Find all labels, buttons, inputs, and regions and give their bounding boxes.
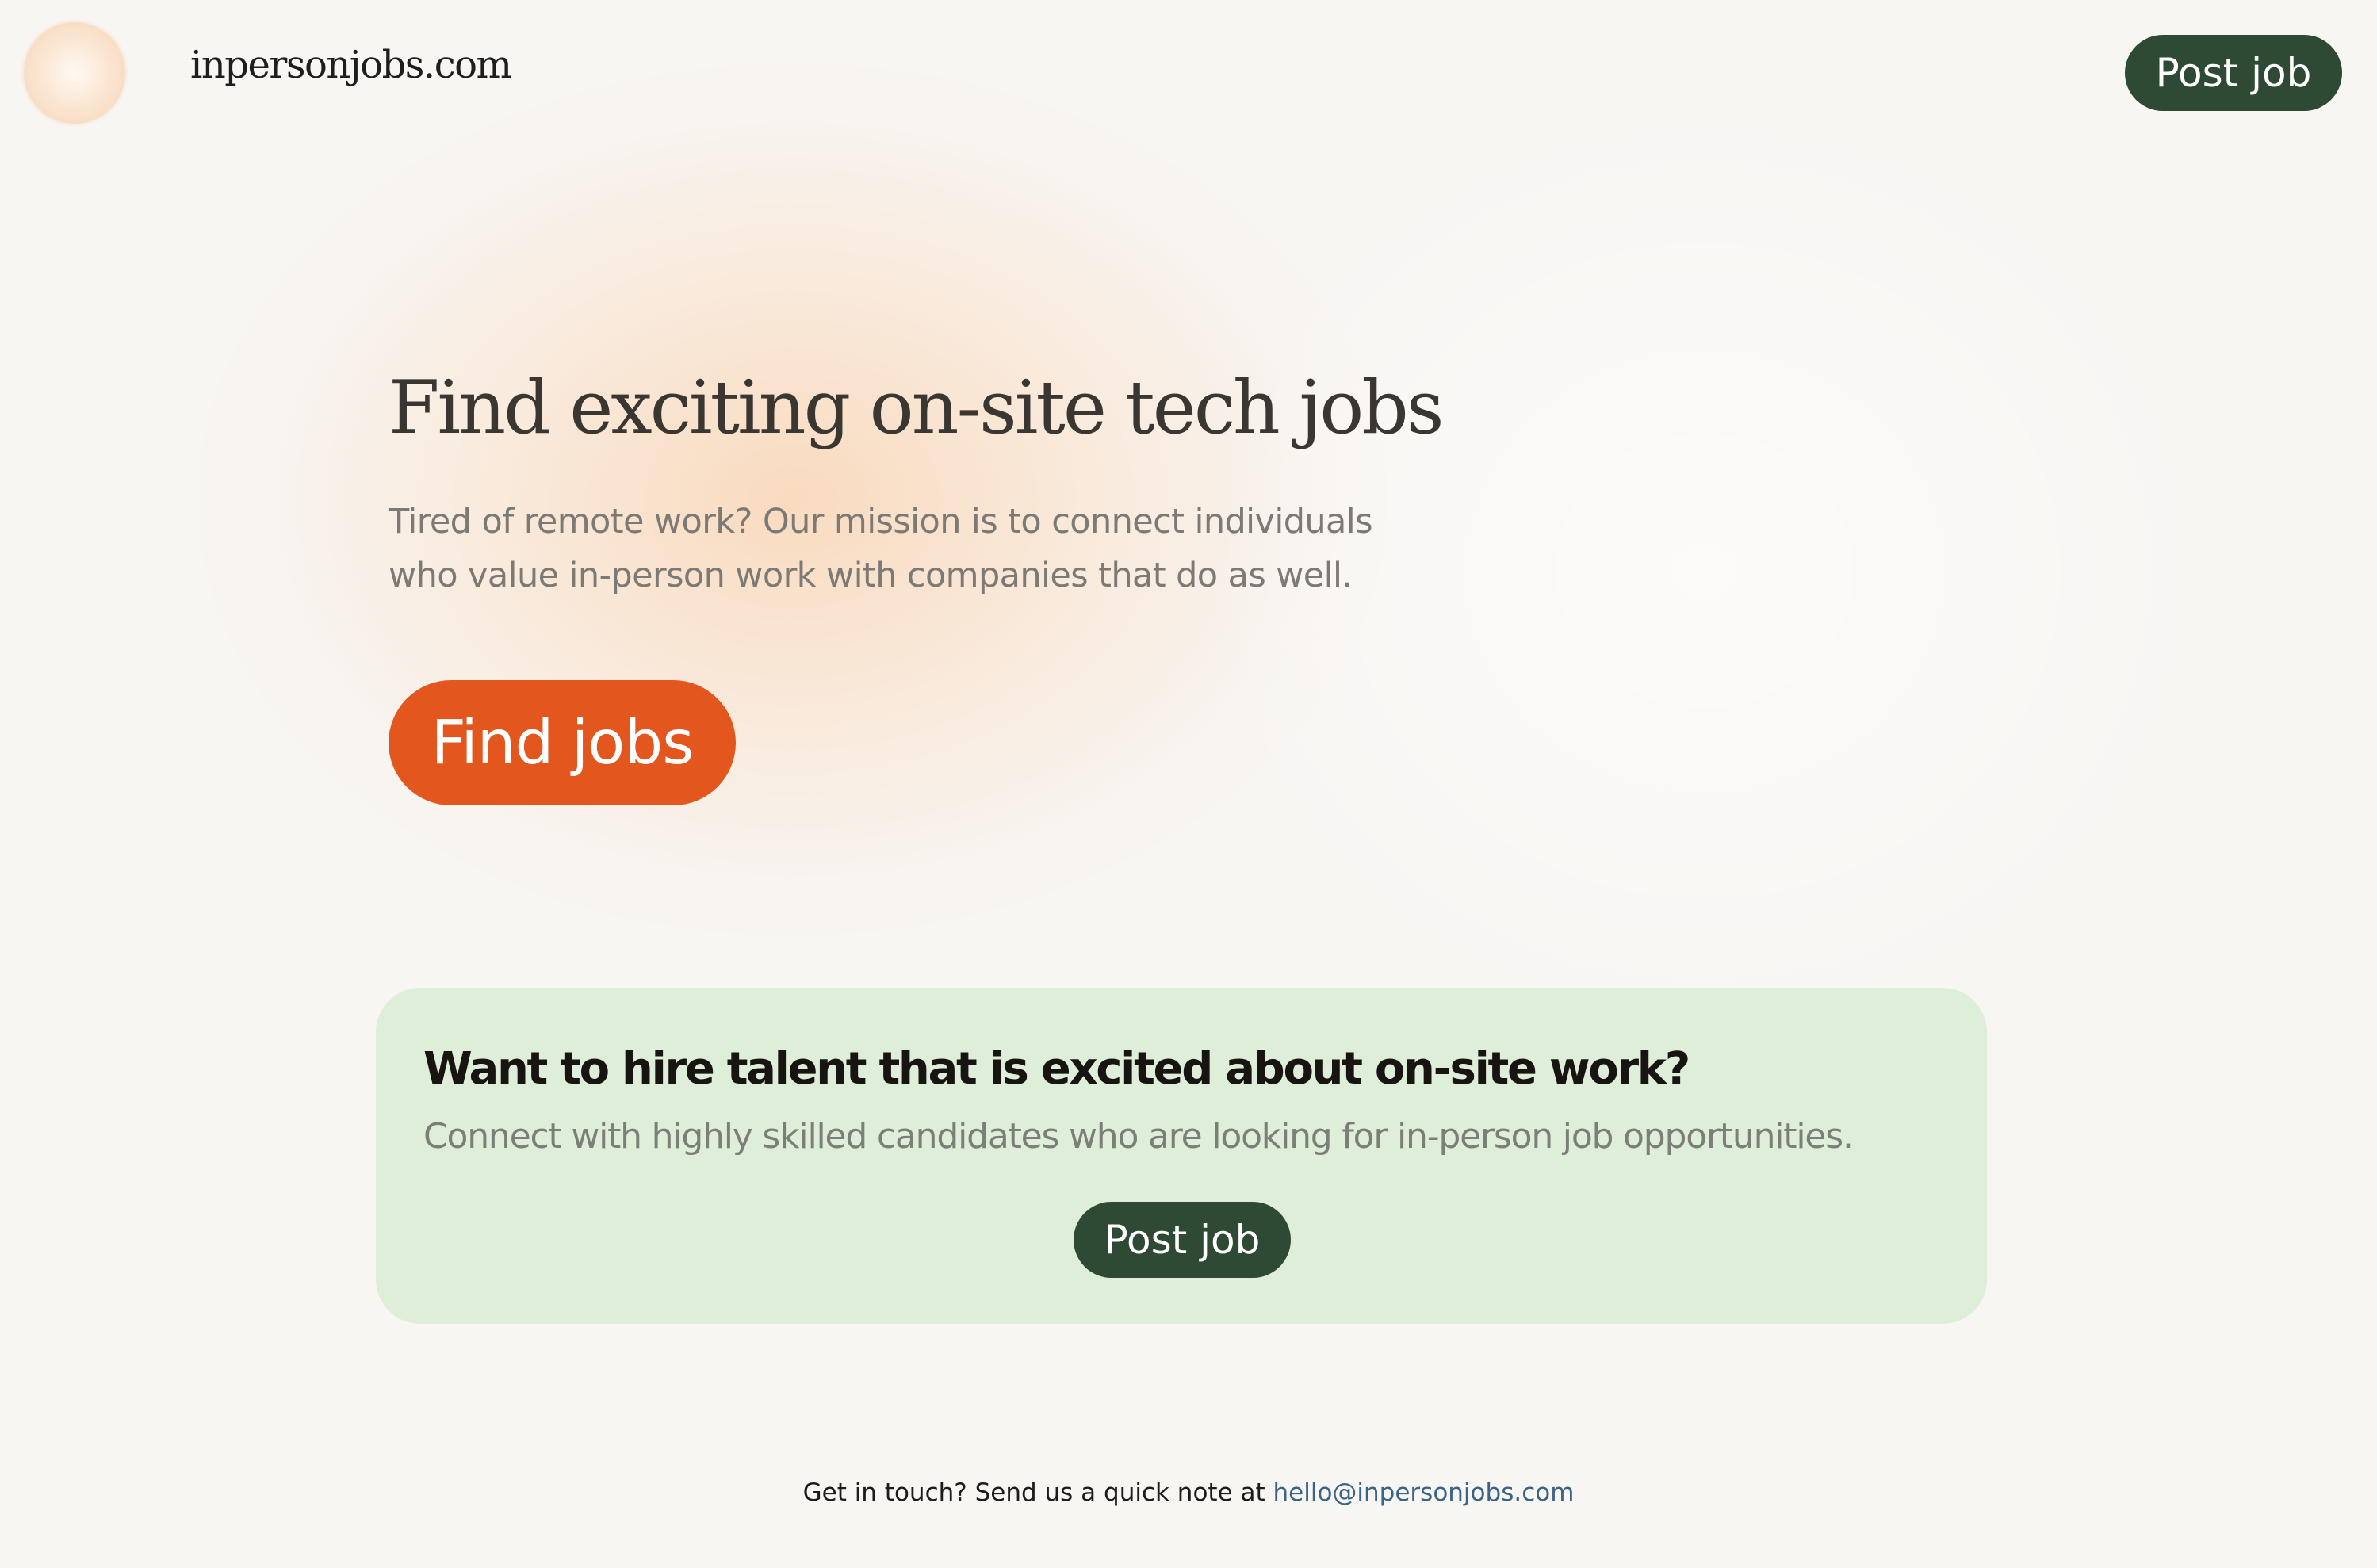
site-header: inpersonjobs.com Post job	[0, 0, 2377, 147]
hire-card-title: Want to hire talent that is excited abou…	[423, 1043, 1690, 1095]
site-footer: Get in touch? Send us a quick note at he…	[0, 1478, 2377, 1507]
find-jobs-button[interactable]: Find jobs	[389, 680, 736, 805]
logo-orb-icon[interactable]	[24, 22, 125, 124]
footer-text: Get in touch? Send us a quick note at	[802, 1478, 1273, 1507]
hero-description: Tired of remote work? Our mission is to …	[389, 502, 1373, 595]
hire-card-description: Connect with highly skilled candidates w…	[423, 1116, 1854, 1157]
footer-email-link[interactable]: hello@inpersonjobs.com	[1273, 1478, 1575, 1507]
hero-title: Find exciting on-site tech jobs	[389, 365, 1444, 450]
header-post-job-button[interactable]: Post job	[2125, 35, 2342, 111]
hire-card: Want to hire talent that is excited abou…	[376, 988, 1987, 1324]
card-post-job-button[interactable]: Post job	[1074, 1202, 1291, 1278]
site-name[interactable]: inpersonjobs.com	[190, 43, 512, 87]
